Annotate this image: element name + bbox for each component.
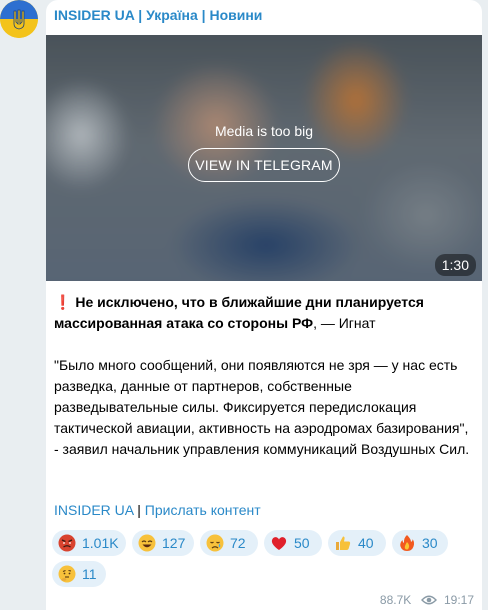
reaction-crying[interactable]: 72 — [200, 530, 258, 556]
post-quote: "Было много сообщений, они появляются не… — [54, 357, 470, 457]
fire-icon — [400, 535, 415, 551]
channel-name[interactable]: INSIDER UA | Україна | Новини — [54, 7, 262, 23]
angry-face-icon — [58, 534, 76, 552]
reaction-fire[interactable]: 30 — [392, 530, 448, 556]
footer-links: INSIDER UA | Прислать контент — [54, 502, 261, 518]
red-heart-icon — [271, 537, 287, 550]
reaction-angry[interactable]: 1.01K — [52, 530, 126, 556]
reaction-grinning[interactable]: 127 — [132, 530, 194, 556]
trident-logo-icon — [0, 0, 38, 38]
video-duration: 1:30 — [434, 254, 476, 276]
eye-icon — [420, 595, 437, 605]
message-bubble: INSIDER UA | Україна | Новини Media is t… — [46, 0, 482, 610]
view-in-telegram-button[interactable]: VIEW IN TELEGRAM — [188, 148, 340, 182]
reaction-heart[interactable]: 50 — [264, 530, 322, 556]
headline-author: , — Игнат — [313, 315, 376, 331]
post-headline: ❗ Не исключено, что в ближайшие дни план… — [54, 292, 470, 334]
exclamation-icon: ❗ — [54, 294, 72, 310]
link-separator: | — [137, 502, 141, 518]
message-meta: 88.7K 19:17 — [380, 592, 474, 607]
submit-content-link[interactable]: Прислать контент — [145, 502, 261, 518]
view-count: 88.7K — [379, 592, 412, 607]
reaction-thumbs-up[interactable]: 40 — [328, 530, 386, 556]
media-too-big-notice: Media is too big — [214, 123, 314, 139]
channel-avatar[interactable] — [0, 0, 38, 38]
thumbs-up-icon — [336, 536, 351, 550]
video-preview[interactable]: Media is too big VIEW IN TELEGRAM 1:30 — [46, 35, 482, 281]
thinking-face-icon — [58, 565, 76, 583]
channel-link[interactable]: INSIDER UA — [54, 502, 133, 518]
message-time: 19:17 — [443, 592, 474, 607]
crying-face-icon — [206, 534, 224, 552]
post-text: ❗ Не исключено, что в ближайшие дни план… — [54, 292, 470, 460]
grinning-face-icon — [138, 534, 156, 552]
reaction-thinking[interactable]: 11 — [52, 561, 106, 587]
